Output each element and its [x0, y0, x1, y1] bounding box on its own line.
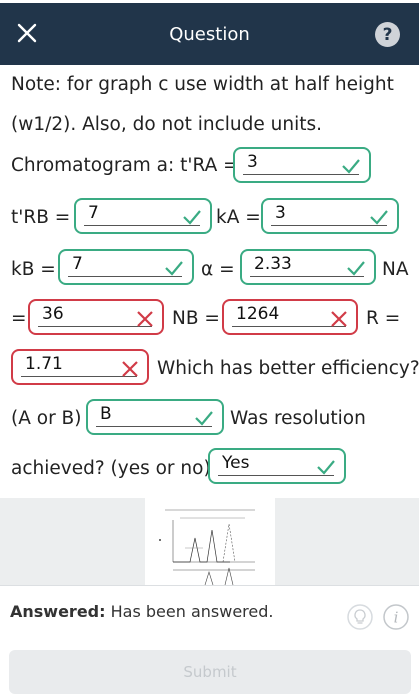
- label-a-or-b: (A or B): [11, 408, 82, 429]
- answer-value-kb: 7: [72, 254, 83, 274]
- note-line-2: (w1/2). Also, do not include units.: [11, 114, 323, 135]
- answer-value-alpha: 2.33: [254, 254, 292, 274]
- label-equals: =: [11, 308, 27, 329]
- lightbulb-icon[interactable]: [347, 604, 373, 630]
- answer-value-ka: 3: [275, 203, 286, 223]
- question-content: Note: for graph c use width at half heig…: [0, 65, 419, 498]
- check-icon: [342, 159, 360, 174]
- answer-value-r: 1.71: [25, 354, 63, 374]
- answer-field-nb[interactable]: 1264: [222, 299, 358, 335]
- label-efficiency: Which has better efficiency?: [157, 358, 419, 379]
- check-icon: [183, 210, 201, 225]
- cross-icon: [122, 361, 138, 377]
- help-glyph: ?: [382, 24, 393, 45]
- label-na: NA: [382, 259, 409, 280]
- label-resolution: Was resolution: [230, 408, 366, 429]
- label-trb: t'RB =: [11, 207, 71, 228]
- check-icon: [165, 261, 183, 276]
- answer-value-tra: 3: [247, 152, 258, 172]
- cross-icon: [137, 311, 153, 327]
- footer: Answered: Has been answered. i Submit: [0, 585, 419, 700]
- question-image-area: [0, 498, 419, 586]
- answer-field-r[interactable]: 1.71: [11, 349, 149, 385]
- check-icon: [370, 210, 388, 225]
- answer-value-na: 36: [42, 304, 64, 324]
- answer-value-efficiency: B: [100, 404, 112, 424]
- chromatogram-thumbnail[interactable]: [145, 498, 275, 586]
- answer-value-nb: 1264: [236, 304, 280, 324]
- submit-button[interactable]: Submit: [9, 650, 411, 694]
- close-icon[interactable]: [14, 20, 40, 46]
- answer-value-resolution: Yes: [222, 453, 250, 473]
- help-icon[interactable]: ?: [375, 22, 400, 47]
- label-nb: NB =: [172, 308, 220, 329]
- answered-label: Answered:: [10, 602, 106, 621]
- svg-text:i: i: [394, 609, 399, 627]
- answer-field-na[interactable]: 36: [28, 299, 164, 335]
- label-achieved: achieved? (yes or no): [11, 458, 211, 479]
- check-icon: [317, 460, 335, 475]
- label-ka: kA =: [216, 207, 261, 228]
- info-icon[interactable]: i: [383, 604, 409, 630]
- page-title: Question: [169, 23, 250, 45]
- answer-field-alpha[interactable]: 2.33: [240, 249, 376, 285]
- cross-icon: [331, 311, 347, 327]
- chromatogram-figure: [159, 509, 255, 586]
- answer-field-kb[interactable]: 7: [58, 249, 194, 285]
- note-line-1: Note: for graph c use width at half heig…: [11, 74, 394, 95]
- answer-field-trb[interactable]: 7: [74, 198, 212, 234]
- answered-status: Answered: Has been answered.: [10, 602, 273, 621]
- check-icon: [347, 261, 365, 276]
- label-chromatogram-a: Chromatogram a: t'RA =: [11, 155, 239, 176]
- answered-text: Has been answered.: [110, 602, 274, 621]
- label-alpha: α =: [201, 259, 235, 280]
- app-header: Question ?: [0, 3, 419, 65]
- label-kb: kB =: [11, 259, 56, 280]
- label-r: R =: [366, 308, 401, 329]
- answer-field-efficiency[interactable]: B: [86, 399, 224, 435]
- check-icon: [195, 411, 213, 426]
- answer-field-ka[interactable]: 3: [261, 198, 399, 234]
- answer-value-trb: 7: [88, 203, 99, 223]
- answer-field-tra[interactable]: 3: [233, 147, 371, 183]
- answer-field-resolution[interactable]: Yes: [208, 448, 346, 484]
